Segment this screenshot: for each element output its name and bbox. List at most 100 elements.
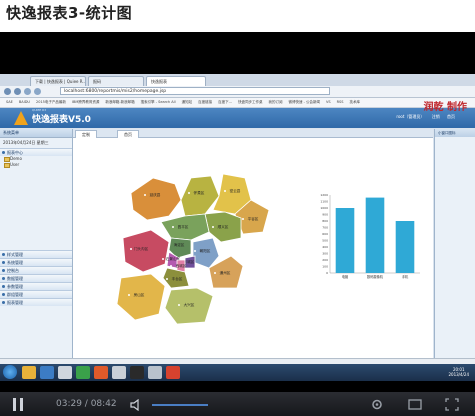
settings-icon[interactable] [370, 398, 384, 411]
tab-custom[interactable]: 定制 [75, 130, 97, 138]
bookmark-item[interactable]: 百度下... [218, 98, 232, 107]
browser-tab[interactable]: 下载 | 快逸报表 | Quiee R... [30, 76, 86, 86]
sidebar-group-item[interactable]: 群组管理 [0, 290, 72, 298]
sidebar-group-item[interactable]: 样式管理 [0, 250, 72, 258]
x-tick-label: 数码摄像机 [367, 274, 384, 279]
chart-bar[interactable] [335, 208, 355, 273]
map-marker-icon [170, 265, 172, 267]
chart-bar[interactable] [395, 221, 415, 273]
map-region[interactable] [116, 273, 166, 321]
y-tick-label: 200 [322, 258, 328, 262]
browser-tab[interactable]: 报码 [88, 76, 144, 86]
map-region-label: 顺义区 [218, 224, 229, 229]
sidebar-group-item[interactable]: 控制台 [0, 266, 72, 274]
refresh-icon[interactable] [24, 88, 31, 95]
map-region-label: 房山区 [134, 292, 145, 297]
map-region[interactable] [192, 237, 220, 269]
browser-tab-active[interactable]: 快逸报表 [146, 76, 206, 86]
start-button[interactable] [3, 365, 17, 379]
bookmark-item[interactable]: 技术库 [349, 98, 360, 107]
url-input[interactable]: localhost:6800/reportmis/mis2/homepage.j… [60, 87, 330, 95]
back-icon[interactable] [4, 88, 11, 95]
sidebar-group-report-center[interactable]: 报表中心 [0, 148, 72, 156]
volume-icon[interactable] [130, 399, 144, 411]
map-marker-icon [214, 272, 216, 274]
tab-home[interactable]: 首页 [117, 130, 139, 138]
map-region-label: 昌平区 [178, 225, 189, 229]
map-region-label: 海淀区 [174, 242, 185, 247]
windows-taskbar: 20:01 2013/4/24 [0, 364, 475, 381]
bookmark-item[interactable]: 搜索引擎 - Search All [141, 98, 176, 107]
map-region-label: 通州区 [220, 270, 231, 275]
y-tick-label: 700 [322, 226, 328, 230]
widescreen-icon[interactable] [408, 398, 422, 411]
app-icon[interactable] [76, 366, 90, 379]
sidebar-header: 系统菜单 [0, 129, 72, 138]
map-marker-icon [130, 248, 132, 250]
map-region-label: 大兴区 [184, 302, 195, 307]
fullscreen-icon[interactable] [445, 398, 459, 411]
app-header: QUIEE R3 快逸报表V5.0 root（管理员） 注销 首页 [0, 108, 475, 128]
y-tick-label: 400 [322, 245, 328, 249]
map-region-label: 怀柔区 [194, 190, 205, 195]
home-icon[interactable] [34, 88, 41, 95]
bookmark-item[interactable]: 百度链接 [198, 98, 212, 107]
content-area: 定制 首页 延庆县 怀柔区 密云县 平谷区 顺义区 昌平区 门头沟区 海淀区 朝阳区 石景山区 东城… [73, 129, 433, 358]
bookmark-item[interactable]: 新浪邮箱-新浪邮箱 [105, 98, 134, 107]
bookmark-item[interactable]: RSS [337, 98, 344, 107]
app-title: 快逸报表V5.0 [32, 115, 91, 125]
bookmark-item[interactable]: IBM跨界教育资源 [72, 98, 99, 107]
browser-icon[interactable] [40, 366, 54, 379]
app-icon[interactable] [58, 366, 72, 379]
bookmark-item[interactable]: 我的订阅 [268, 98, 282, 107]
video-player[interactable]: 下载 | 快逸报表 | Quiee R... 报码 快逸报表 localhost… [0, 32, 475, 416]
x-tick-label: 电脑 [342, 274, 348, 279]
y-tick-label: 300 [322, 252, 328, 256]
home-link[interactable]: 首页 [447, 114, 455, 119]
app-icon[interactable] [148, 366, 162, 379]
logout-link[interactable]: 注销 [432, 114, 440, 119]
sidebar-group-item[interactable]: 参数管理 [0, 282, 72, 290]
bookmark-item[interactable]: BAIDU [19, 98, 30, 107]
tree-item-user[interactable]: User [0, 162, 72, 168]
screen-capture: 下载 | 快逸报表 | Quiee R... 报码 快逸报表 localhost… [0, 74, 475, 381]
pause-icon[interactable] [12, 398, 26, 412]
beijing-map: 延庆县 怀柔区 密云县平谷区顺义区昌平区门头沟区海淀区朝阳区石景山区东城区西城区丰台… [116, 173, 270, 325]
y-tick-label: 600 [322, 232, 328, 236]
map-marker-icon [212, 226, 214, 228]
player-controls: 03:29 / 08:42 [0, 392, 475, 416]
app-icon[interactable] [112, 366, 126, 379]
map-region-label: 朝阳区 [200, 248, 211, 253]
map-marker-icon [162, 258, 164, 260]
right-panel-header: 小窗口图标 [435, 129, 475, 137]
clock-date: 2013/4/24 [448, 372, 469, 377]
powerpoint-icon[interactable] [166, 366, 180, 379]
terminal-icon[interactable] [130, 366, 144, 379]
sidebar-group-item[interactable]: 数据管理 [0, 274, 72, 282]
map-marker-icon [188, 192, 190, 194]
map-marker-icon [194, 250, 196, 252]
bookmark-item[interactable]: 通知站 [182, 98, 193, 107]
y-tick-label: 800 [322, 219, 328, 223]
bookmark-item[interactable]: VS [326, 98, 331, 107]
y-tick-label: 1000 [320, 206, 328, 210]
user-info: root（管理员） 注销 首页 [390, 114, 455, 120]
volume-slider[interactable] [152, 404, 208, 406]
sidebar-group-item[interactable]: 系统管理 [0, 258, 72, 266]
content-tabs: 定制 首页 [73, 129, 433, 138]
forward-icon[interactable] [14, 88, 21, 95]
chart-bar[interactable] [365, 197, 385, 273]
y-tick-label: 500 [322, 239, 328, 243]
map-marker-icon [172, 226, 174, 228]
bookmark-item[interactable]: 2015电子产品最新 [36, 98, 66, 107]
map-region[interactable] [122, 229, 170, 273]
map-region-label: 密云县 [230, 188, 241, 193]
chrome-icon[interactable] [94, 366, 108, 379]
bookmark-item[interactable]: 快盘同步工作桌 [238, 98, 263, 107]
bookmark-item[interactable]: 微博快速 - 公会新闻 [288, 98, 320, 107]
bookmark-item[interactable]: SAE [6, 98, 13, 107]
sidebar-group-item[interactable]: 报表管理 [0, 298, 72, 306]
sidebar-date: 2013年04月24日 星期三 [3, 140, 49, 145]
folder-icon[interactable] [22, 366, 36, 379]
map-region[interactable] [130, 177, 182, 221]
